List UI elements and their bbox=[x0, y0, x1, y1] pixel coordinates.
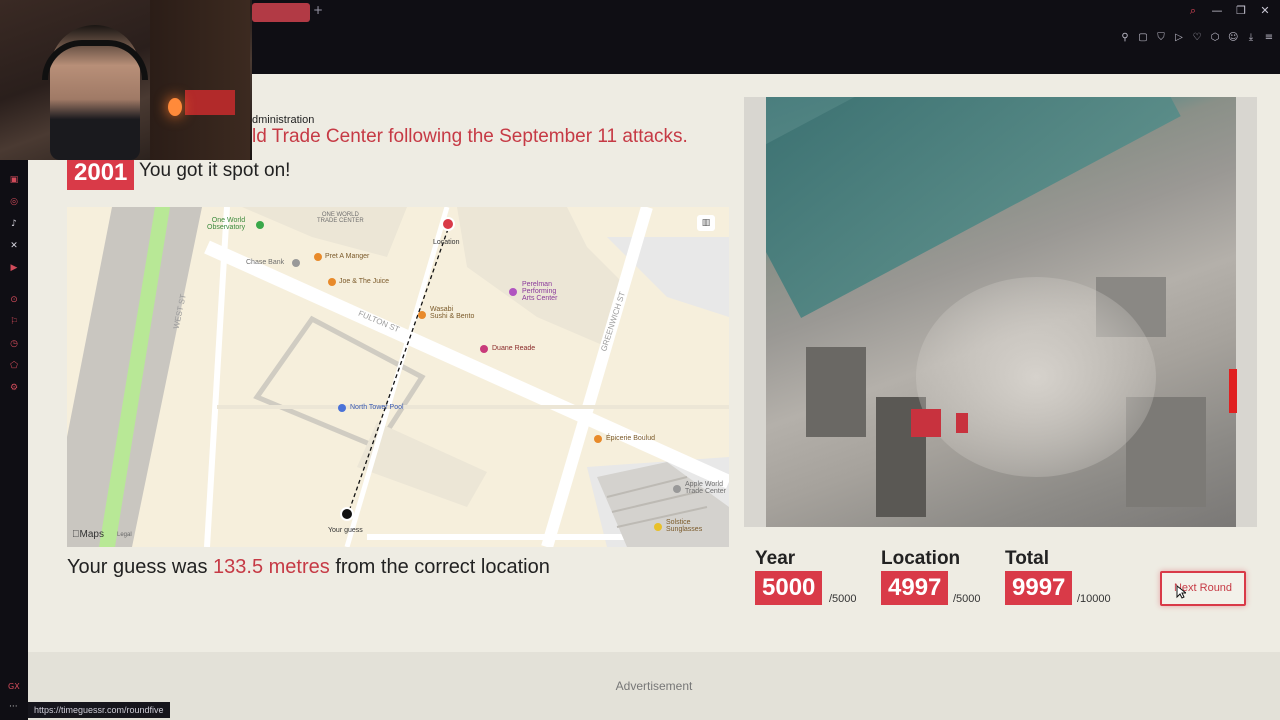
poi-joe[interactable]: Joe & The Juice bbox=[339, 278, 389, 285]
poi-duane-reade[interactable]: Duane Reade bbox=[492, 345, 535, 352]
poi-dot[interactable] bbox=[314, 253, 322, 261]
location-score-max: /5000 bbox=[953, 593, 981, 605]
your-guess-pin[interactable] bbox=[340, 507, 354, 521]
poi-dot[interactable] bbox=[594, 435, 602, 443]
correct-year-badge: 2001 bbox=[67, 156, 135, 190]
restore-icon[interactable]: ❐ bbox=[1234, 4, 1248, 18]
next-round-button[interactable]: Next Round bbox=[1160, 571, 1246, 606]
status-bar-url: https://timeguessr.com/roundfive bbox=[28, 702, 170, 718]
more-icon[interactable]: ··· bbox=[9, 702, 18, 712]
extensions-icon[interactable]: ⬡ bbox=[1210, 32, 1220, 43]
total-score-value: 9997 bbox=[1005, 571, 1073, 605]
bookmark-icon[interactable]: ⚐ bbox=[8, 316, 20, 328]
total-score-label: Total bbox=[1005, 548, 1049, 569]
extensions-icon[interactable]: ⬠ bbox=[8, 360, 20, 372]
poi-dot[interactable] bbox=[418, 311, 426, 319]
poi-dot[interactable] bbox=[480, 345, 488, 353]
download-icon[interactable]: ⤓ bbox=[1246, 32, 1256, 43]
webcam-red-box bbox=[185, 90, 235, 115]
screenshot-icon[interactable]: ▢ bbox=[1138, 32, 1148, 43]
tiktok-icon[interactable]: ♪ bbox=[8, 218, 20, 230]
youtube-icon[interactable]: ▶ bbox=[8, 262, 20, 274]
photo-red-building bbox=[911, 409, 941, 437]
location-score-value: 4997 bbox=[881, 571, 949, 605]
play-icon[interactable]: ⊙ bbox=[8, 294, 20, 306]
year-score-value: 5000 bbox=[755, 571, 823, 605]
search-icon[interactable]: ⌕ bbox=[1186, 4, 1200, 18]
poi-solstice[interactable]: Solstice Sunglasses bbox=[666, 519, 702, 533]
poi-dot[interactable] bbox=[328, 278, 336, 286]
poi-wasabi[interactable]: Wasabi Sushi & Bento bbox=[430, 306, 474, 320]
result-map[interactable]: WEST ST FULTON ST GREENWICH ST ONE WORLD… bbox=[67, 207, 729, 547]
event-admin-text: dministration bbox=[252, 114, 315, 126]
guess-result: Your guess was 133.5 metres from the cor… bbox=[67, 556, 550, 579]
poi-dot[interactable] bbox=[256, 221, 264, 229]
game-page: dministration ld Trade Center following … bbox=[28, 74, 1280, 720]
photo-scroll-indicator bbox=[1229, 369, 1237, 413]
profile-icon[interactable]: ☺ bbox=[1228, 32, 1238, 43]
poi-dot[interactable] bbox=[673, 485, 681, 493]
total-score-max: /10000 bbox=[1077, 593, 1111, 605]
location-label: Location bbox=[433, 239, 460, 246]
poi-apple[interactable]: Apple World Trade Center bbox=[685, 481, 726, 495]
heart-icon[interactable]: ♡ bbox=[1192, 32, 1202, 43]
poi-one-world-observatory[interactable]: One World Observatory bbox=[207, 217, 245, 231]
x-icon[interactable]: ✕ bbox=[8, 240, 20, 252]
new-tab-button[interactable]: + bbox=[313, 3, 323, 17]
year-score-label: Year bbox=[755, 548, 796, 569]
play-icon[interactable]: ▷ bbox=[1174, 32, 1184, 43]
photo-smoke bbox=[916, 277, 1156, 477]
maps-logo-text: Maps bbox=[72, 529, 104, 540]
webcam-overlay bbox=[0, 0, 252, 160]
poi-chase-bank[interactable]: Chase Bank bbox=[246, 259, 284, 266]
settings-icon[interactable]: ⚙ bbox=[8, 382, 20, 394]
shield-icon[interactable]: ⛉ bbox=[1156, 32, 1166, 43]
maps-legal-link[interactable]: Legal bbox=[117, 532, 132, 538]
guess-distance: 133.5 metres bbox=[213, 556, 330, 578]
mouse-cursor-icon bbox=[1176, 585, 1186, 599]
poi-dot[interactable] bbox=[654, 523, 662, 531]
webcam-lamp bbox=[168, 98, 182, 116]
gx-logo: GX bbox=[8, 682, 20, 691]
map-roads bbox=[67, 207, 729, 547]
advertisement-label: Advertisement bbox=[615, 679, 693, 693]
owtc-label: ONE WORLD TRADE CENTER bbox=[317, 212, 364, 224]
window-controls: ⌕ — ❐ ✕ bbox=[1186, 4, 1272, 18]
webcam-shelf bbox=[150, 0, 250, 160]
instagram-icon[interactable]: ◎ bbox=[8, 196, 20, 208]
guess-prefix: Your guess was bbox=[67, 556, 208, 578]
pin-icon[interactable]: ⚲ bbox=[1120, 32, 1130, 43]
year-score-max: /5000 bbox=[829, 593, 857, 605]
aerial-photo[interactable] bbox=[766, 97, 1236, 527]
poi-dot[interactable] bbox=[338, 404, 346, 412]
poi-north-tower-pool[interactable]: North Tower Pool bbox=[350, 404, 404, 411]
photo-building bbox=[806, 347, 866, 437]
event-headline: ld Trade Center following the September … bbox=[252, 126, 688, 147]
twitch-icon[interactable]: ▣ bbox=[8, 174, 20, 186]
browser-toolbar: ⚲ ▢ ⛉ ▷ ♡ ⬡ ☺ ⤓ ≡ bbox=[1120, 32, 1274, 43]
clock-icon[interactable]: ◷ bbox=[8, 338, 20, 350]
close-icon[interactable]: ✕ bbox=[1258, 4, 1272, 18]
correct-location-pin[interactable] bbox=[441, 217, 455, 231]
browser-sidebar: ▣ ◎ ♪ ✕ ▶ ⊙ ⚐ ◷ ⬠ ⚙ bbox=[0, 160, 28, 720]
active-tab[interactable] bbox=[252, 3, 310, 22]
map-type-icon[interactable]: ▥ bbox=[697, 215, 715, 231]
location-score-label: Location bbox=[881, 548, 961, 569]
feedback-text: You got it spot on! bbox=[139, 160, 291, 181]
poi-epicerie[interactable]: Épicerie Boulud bbox=[606, 435, 655, 442]
poi-perelman[interactable]: Perelman Performing Arts Center bbox=[522, 281, 557, 302]
poi-dot[interactable] bbox=[292, 259, 300, 267]
poi-dot[interactable] bbox=[509, 288, 517, 296]
your-guess-label: Your guess bbox=[328, 527, 363, 534]
poi-pret[interactable]: Pret A Manger bbox=[325, 253, 369, 260]
maps-logo: Maps bbox=[72, 529, 104, 540]
menu-icon[interactable]: ≡ bbox=[1264, 32, 1274, 43]
minimize-icon[interactable]: — bbox=[1210, 4, 1224, 18]
photo-red-building bbox=[956, 413, 968, 433]
guess-suffix: from the correct location bbox=[335, 556, 550, 578]
